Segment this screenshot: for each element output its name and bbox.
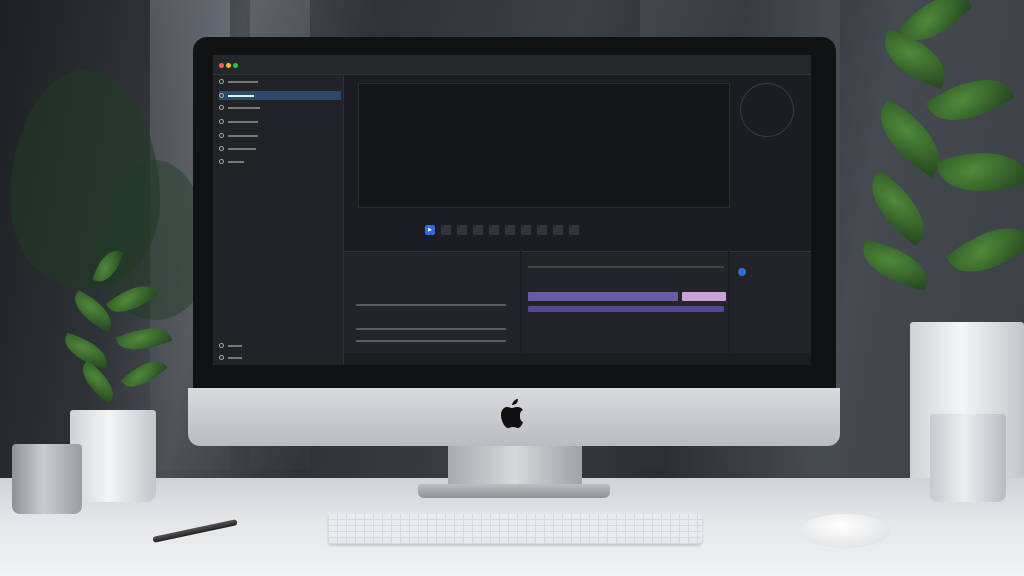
window-zoom-icon[interactable] — [233, 63, 238, 68]
timeline-panel — [522, 251, 728, 353]
timeline-ruler — [528, 266, 724, 268]
sidebar-item[interactable] — [219, 131, 341, 140]
tool-button[interactable] — [441, 225, 451, 235]
sidebar-item[interactable] — [219, 103, 341, 112]
video-clip[interactable] — [528, 292, 678, 301]
property-slider[interactable] — [356, 328, 506, 330]
preview-viewer[interactable] — [358, 83, 730, 208]
window-close-icon[interactable] — [219, 63, 224, 68]
media-icon — [219, 159, 224, 164]
imac-stand — [448, 446, 582, 486]
tool-button[interactable] — [505, 225, 515, 235]
tool-button[interactable] — [569, 225, 579, 235]
video-editor-screen: ▶ — [213, 55, 811, 365]
tool-button[interactable] — [553, 225, 563, 235]
media-icon — [219, 105, 224, 110]
photo-scene: ▶ — [0, 0, 1024, 576]
properties-panel — [730, 251, 811, 353]
left-cup — [12, 444, 82, 514]
sidebar-item[interactable] — [219, 353, 341, 362]
properties-icon[interactable] — [738, 268, 746, 276]
video-clip[interactable] — [682, 292, 726, 301]
sidebar-item[interactable] — [219, 77, 341, 86]
right-cup — [930, 414, 1006, 502]
mouse — [800, 514, 890, 548]
tool-button[interactable] — [489, 225, 499, 235]
apple-logo — [501, 399, 523, 428]
window-minimize-icon[interactable] — [226, 63, 231, 68]
media-icon — [219, 93, 224, 98]
media-icon — [219, 146, 224, 151]
media-icon — [219, 119, 224, 124]
imac-stand-foot — [418, 484, 610, 498]
sidebar-item[interactable] — [219, 117, 341, 126]
tool-button[interactable] — [473, 225, 483, 235]
sidebar-item[interactable] — [219, 157, 341, 166]
audio-clip[interactable] — [528, 306, 724, 312]
sidebar-item-active[interactable] — [219, 91, 341, 100]
property-slider[interactable] — [356, 340, 506, 342]
window-titlebar — [213, 55, 811, 75]
transport-toolbar: ▶ — [425, 223, 655, 237]
media-icon — [219, 133, 224, 138]
settings-icon — [219, 343, 224, 348]
play-icon[interactable]: ▶ — [425, 225, 435, 235]
settings-icon — [219, 355, 224, 360]
folder-icon — [219, 79, 224, 84]
property-slider[interactable] — [356, 304, 506, 306]
tool-button[interactable] — [521, 225, 531, 235]
sidebar-item[interactable] — [219, 341, 341, 350]
scope-icon — [740, 83, 794, 137]
sidebar-item[interactable] — [219, 144, 341, 153]
tool-button[interactable] — [457, 225, 467, 235]
left-pot — [70, 410, 156, 502]
tool-button[interactable] — [537, 225, 547, 235]
sidebar — [213, 75, 344, 365]
inspector-panel — [344, 251, 520, 353]
keyboard — [328, 514, 702, 544]
